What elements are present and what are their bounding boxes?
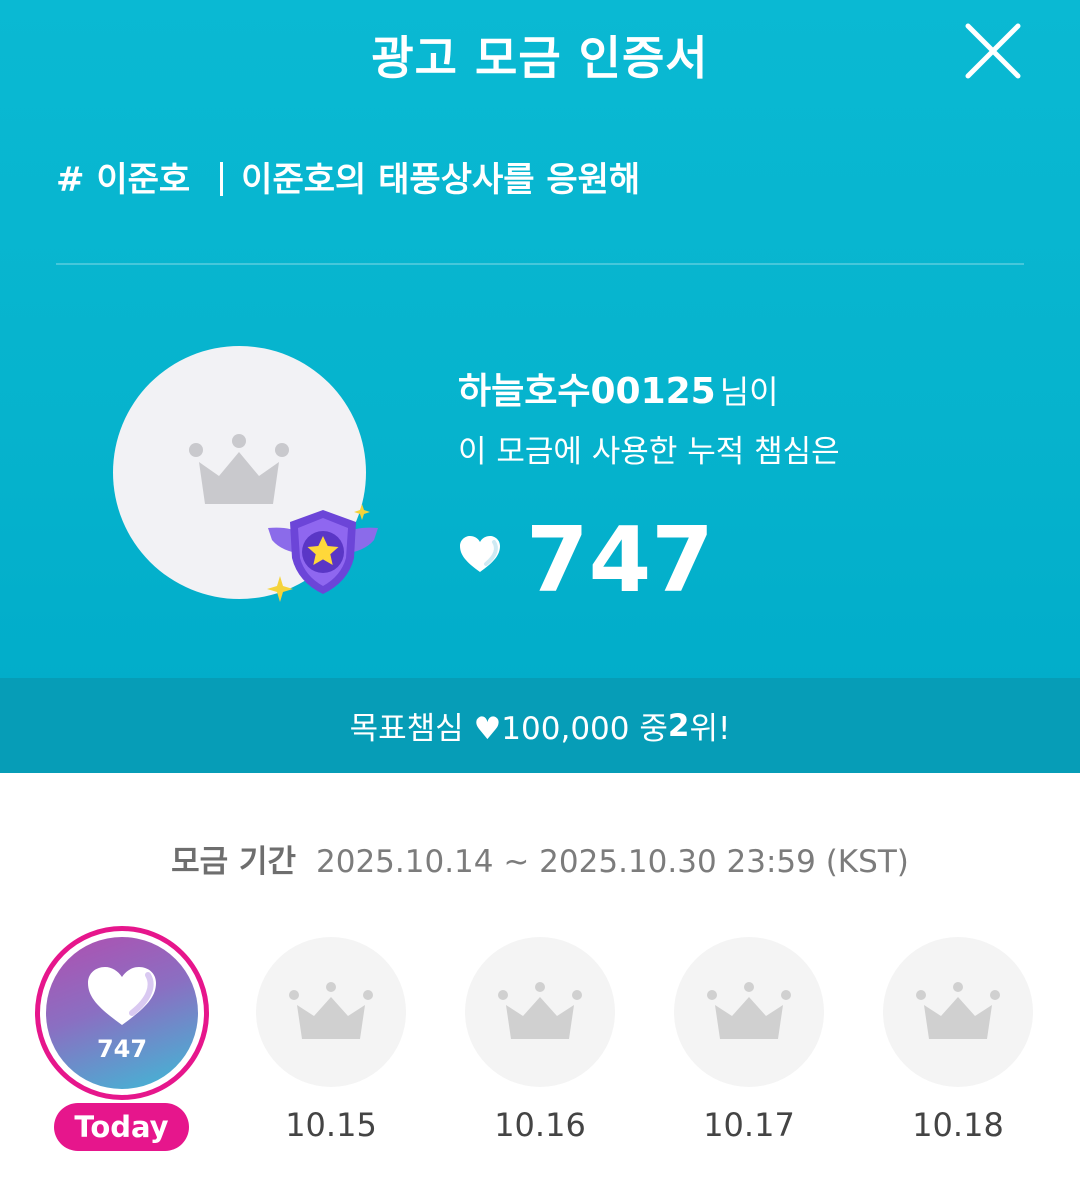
crown-icon bbox=[707, 982, 791, 1039]
campaign-name: 이준호의 태풍상사를 응원해 bbox=[241, 160, 641, 200]
campaign-period: 모금 기간 2025.10.14 ~ 2025.10.30 23:59 (KST) bbox=[0, 836, 1080, 881]
certificate-header: 광고 모금 인증서 # 이준호 이준호의 태풍상사를 응원해 하늘호수00125… bbox=[0, 0, 1080, 773]
day-item[interactable]: 10.15 bbox=[243, 925, 419, 1155]
day-item-today[interactable]: 747 Today bbox=[35, 925, 211, 1155]
today-ring: 747 bbox=[35, 926, 209, 1100]
day-date: 10.18 bbox=[912, 1106, 1004, 1144]
donor-username-suffix: 님이 bbox=[719, 373, 779, 411]
donor-username: 하늘호수00125 bbox=[458, 371, 716, 412]
star-shield-badge-icon bbox=[258, 496, 388, 612]
day-item[interactable]: 10.17 bbox=[661, 925, 837, 1155]
close-button[interactable] bbox=[958, 18, 1026, 86]
day-date: 10.17 bbox=[703, 1106, 795, 1144]
day-circle bbox=[883, 937, 1033, 1087]
today-heart-circle: 747 bbox=[46, 937, 198, 1089]
rank-banner: 목표챔심 ♥100,000 중 2 위! bbox=[0, 678, 1080, 773]
day-circle bbox=[256, 937, 406, 1087]
campaign-separator bbox=[220, 162, 224, 196]
day-date: 10.16 bbox=[494, 1106, 586, 1144]
close-icon bbox=[965, 23, 1021, 79]
page-title: 광고 모금 인증서 bbox=[371, 31, 709, 85]
campaign-info: # 이준호 이준호의 태풍상사를 응원해 bbox=[56, 152, 640, 201]
rank-suffix: 위! bbox=[689, 711, 731, 747]
donor-name-line: 하늘호수00125 님이 bbox=[458, 362, 779, 414]
rank-prefix: 목표챔심 ♥100,000 중 bbox=[349, 711, 668, 747]
campaign-hashtag: # 이준호 bbox=[56, 160, 191, 200]
today-value: 747 bbox=[96, 1035, 148, 1063]
period-range: 2025.10.14 ~ 2025.10.30 23:59 (KST) bbox=[316, 844, 909, 880]
heart-icon bbox=[460, 536, 500, 572]
daily-records: 747 Today 10.15 10.16 10.17 10.18 bbox=[0, 925, 1080, 1180]
day-item[interactable]: 10.16 bbox=[452, 925, 628, 1155]
crown-icon bbox=[916, 982, 1000, 1039]
rank-position: 2 bbox=[667, 707, 690, 744]
total-hearts-value: 747 bbox=[526, 508, 714, 613]
day-item[interactable]: 10.18 bbox=[870, 925, 1046, 1155]
header-divider bbox=[56, 263, 1024, 265]
day-circle bbox=[674, 937, 824, 1087]
day-circle bbox=[465, 937, 615, 1087]
crown-icon bbox=[189, 434, 289, 504]
heart-icon bbox=[88, 967, 156, 1025]
period-label: 모금 기간 bbox=[171, 844, 296, 880]
today-label: Today bbox=[54, 1103, 189, 1151]
donor-description: 이 모금에 사용한 누적 챔심은 bbox=[458, 434, 840, 470]
crown-icon bbox=[289, 982, 373, 1039]
day-date: 10.15 bbox=[285, 1106, 377, 1144]
crown-icon bbox=[498, 982, 582, 1039]
